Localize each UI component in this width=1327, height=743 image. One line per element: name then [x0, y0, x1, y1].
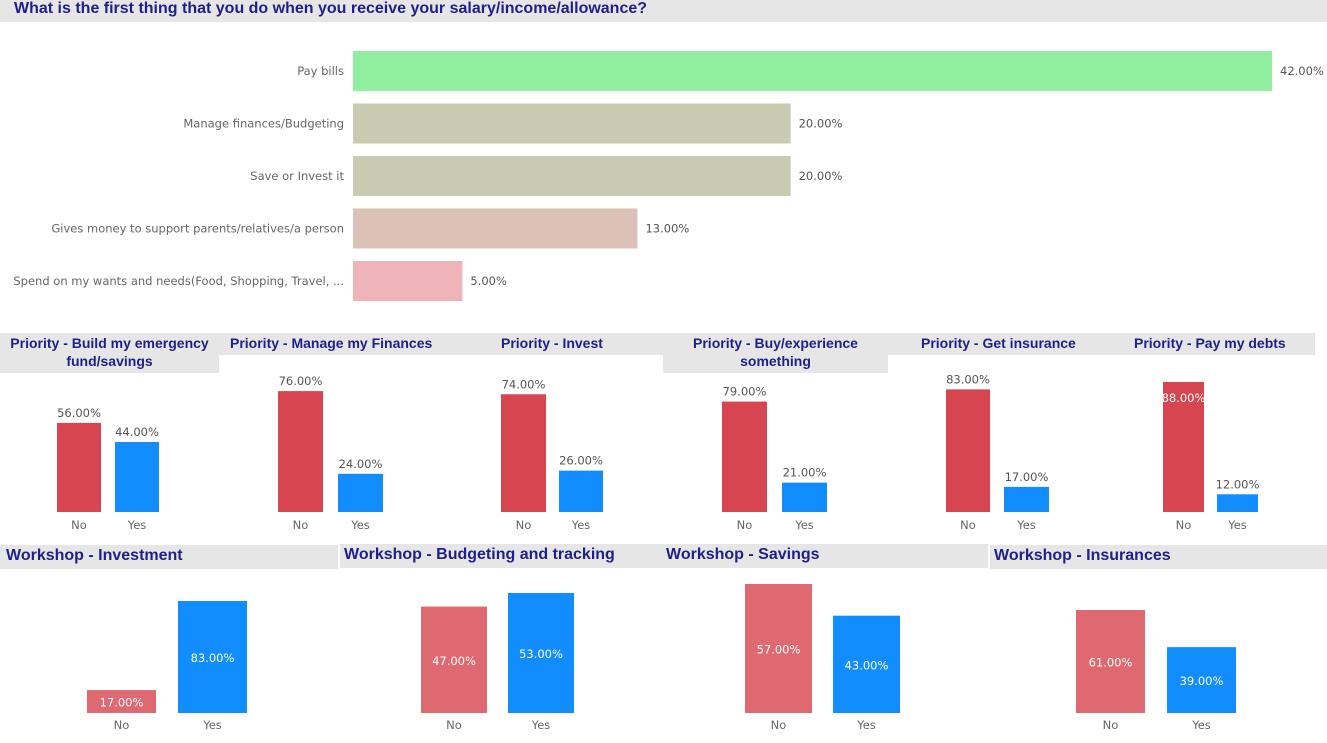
category-tick-label: Yes — [1191, 718, 1211, 732]
bar-data-label: 39.00% — [1180, 674, 1224, 688]
bar-data-label: 61.00% — [1089, 656, 1133, 670]
workshop-insurances-chart: 61.00% No 39.00% Yes — [1076, 610, 1236, 732]
category-tick-label: No — [1103, 718, 1119, 732]
